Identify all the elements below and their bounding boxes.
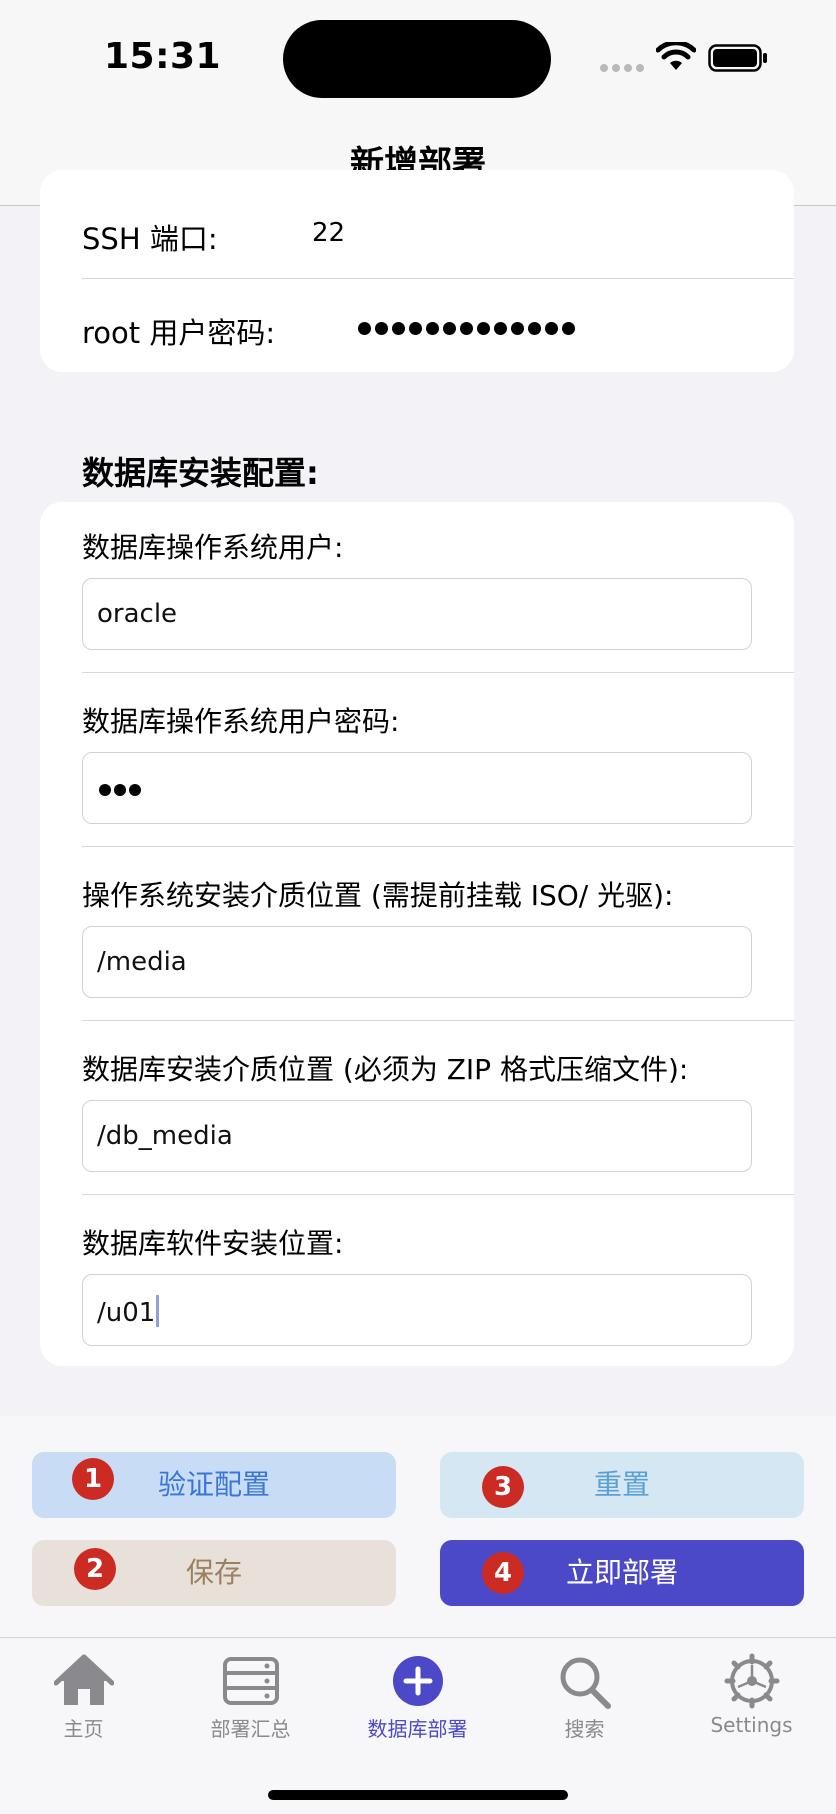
mask-dot (460, 322, 473, 335)
mask-dot (477, 322, 490, 335)
mask-dot (494, 322, 507, 335)
db-os-user-label: 数据库操作系统用户: (82, 531, 344, 564)
battery-icon (708, 44, 767, 72)
text-caret (156, 1295, 160, 1327)
mask-dot (426, 322, 439, 335)
server-icon (222, 1657, 279, 1705)
ssh-port-value[interactable]: 22 (312, 218, 345, 248)
mask-dot (375, 322, 388, 335)
verify-config-button[interactable]: 验证配置 1 (32, 1452, 396, 1518)
step-badge-2: 2 (74, 1548, 116, 1590)
tab-home[interactable]: 主页 (0, 1653, 167, 1763)
tab-deployment-summary[interactable]: 部署汇总 (167, 1653, 334, 1763)
status-time: 15:31 (104, 36, 222, 77)
house-icon (53, 1654, 114, 1705)
mask-dot (562, 322, 575, 335)
root-password-label: root 用户密码: (82, 316, 276, 350)
db-media-input[interactable]: /db_media (82, 1100, 752, 1172)
magnifier-icon (560, 1657, 611, 1709)
ssh-port-label: SSH 端口: (82, 222, 218, 256)
verify-config-label: 验证配置 (157, 1468, 270, 1501)
cellular-signal-icon (600, 64, 644, 72)
tab-label: 部署汇总 (210, 1717, 291, 1741)
mask-dot (358, 322, 371, 335)
tab-label: 主页 (63, 1717, 104, 1741)
row-divider (82, 1020, 794, 1021)
dynamic-island (283, 20, 551, 98)
tab-settings[interactable]: Settings (668, 1653, 835, 1763)
db-install-path-value: /u01 (97, 1298, 156, 1328)
step-badge-3: 3 (482, 1466, 524, 1508)
db-install-path-label: 数据库软件安装位置: (82, 1227, 344, 1260)
connection-card: SSH 端口: 22 root 用户密码: (40, 170, 794, 372)
deploy-now-button[interactable]: 立即部署 4 (440, 1540, 804, 1606)
root-password-field[interactable] (358, 320, 579, 340)
row-divider (82, 672, 794, 673)
db-install-path-input[interactable]: /u01 (82, 1274, 752, 1346)
wifi-icon (656, 42, 696, 70)
reset-button[interactable]: 重置 3 (440, 1452, 804, 1518)
mask-dot (443, 322, 456, 335)
home-indicator[interactable] (268, 1790, 568, 1800)
os-media-value: /media (97, 947, 187, 977)
db-section-title: 数据库安装配置: (82, 454, 319, 492)
db-os-password-input[interactable] (82, 752, 752, 824)
mask-dot (511, 322, 524, 335)
row-divider (82, 846, 794, 847)
row-divider (82, 278, 794, 279)
db-media-label: 数据库安装介质位置 (必须为 ZIP 格式压缩文件): (82, 1053, 689, 1086)
tab-label: Settings (710, 1713, 793, 1737)
plus-circle-icon (392, 1656, 443, 1706)
mask-dot (409, 322, 422, 335)
gear-icon (724, 1653, 779, 1709)
reset-label: 重置 (593, 1468, 650, 1501)
mask-dot (114, 784, 126, 796)
save-label: 保存 (185, 1556, 242, 1589)
tab-label: 数据库部署 (367, 1717, 468, 1741)
os-media-label: 操作系统安装介质位置 (需提前挂载 ISO/ 光驱): (82, 879, 674, 912)
tab-database-deploy[interactable]: 数据库部署 (334, 1653, 501, 1763)
db-media-value: /db_media (97, 1121, 233, 1151)
mask-dot (528, 322, 541, 335)
db-os-password-label: 数据库操作系统用户密码: (82, 705, 400, 738)
password-mask (99, 781, 144, 800)
row-divider (82, 1194, 794, 1195)
tab-bar: 主页 部署汇总 数据库部署 搜索 Settings (0, 1639, 836, 1814)
db-config-card: 数据库操作系统用户: oracle 数据库操作系统用户密码: 操作系统安装介质位… (40, 502, 794, 1366)
db-os-user-value: oracle (97, 599, 178, 629)
mask-dot (99, 784, 111, 796)
tab-label: 搜索 (564, 1717, 605, 1741)
mask-dot (392, 322, 405, 335)
tab-search[interactable]: 搜索 (501, 1653, 668, 1763)
action-button-panel: 验证配置 1 重置 3 保存 2 立即部署 4 (0, 1416, 836, 1638)
step-badge-4: 4 (482, 1552, 524, 1594)
step-badge-1: 1 (72, 1458, 114, 1500)
deploy-now-label: 立即部署 (565, 1556, 678, 1589)
db-os-user-input[interactable]: oracle (82, 578, 752, 650)
save-button[interactable]: 保存 2 (32, 1540, 396, 1606)
os-media-input[interactable]: /media (82, 926, 752, 998)
mask-dot (545, 322, 558, 335)
mask-dot (129, 784, 141, 796)
